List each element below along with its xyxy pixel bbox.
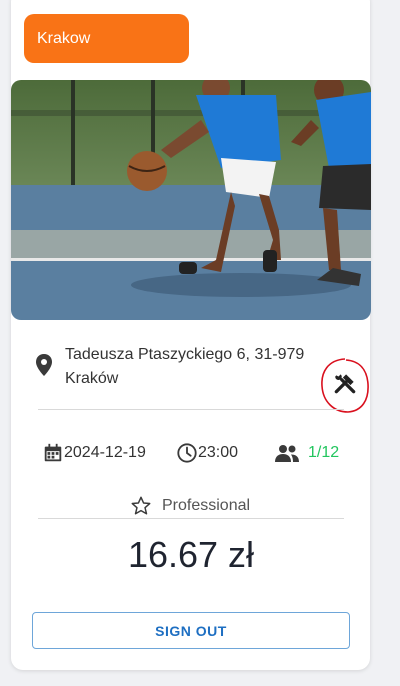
address: Tadeusza Ptaszyckiego 6, 31-979 Kraków xyxy=(65,343,304,391)
annotation-circle xyxy=(321,358,369,413)
price: 16.67 zł xyxy=(127,534,255,575)
skill-level-label: Professional xyxy=(162,497,251,514)
event-time: 23:00 xyxy=(198,444,239,461)
time-item: 23:00 xyxy=(176,441,238,465)
skill-level: Professional xyxy=(130,495,250,517)
event-date: 2024-12-19 xyxy=(64,444,146,461)
location-pin-icon xyxy=(36,354,52,376)
address-line-2: Kraków xyxy=(65,370,119,387)
event-photo xyxy=(11,80,371,320)
star-outline-icon xyxy=(131,496,151,515)
event-info-row: 2024-12-19 23:00 1/12 xyxy=(42,441,352,465)
clock-icon xyxy=(177,443,197,463)
address-line-1: Tadeusza Ptaszyckiego 6, 31-979 xyxy=(65,346,305,363)
calendar-icon xyxy=(44,443,62,462)
divider-bottom xyxy=(38,518,344,519)
sign-out-button[interactable]: SIGN OUT xyxy=(32,612,350,649)
city-badge: Krakow xyxy=(24,14,189,63)
people-icon xyxy=(275,445,299,462)
participant-count: 1/12 xyxy=(308,444,340,461)
divider-top xyxy=(38,409,344,410)
participants-item: 1/12 xyxy=(274,441,339,465)
date-item: 2024-12-19 xyxy=(42,441,146,465)
